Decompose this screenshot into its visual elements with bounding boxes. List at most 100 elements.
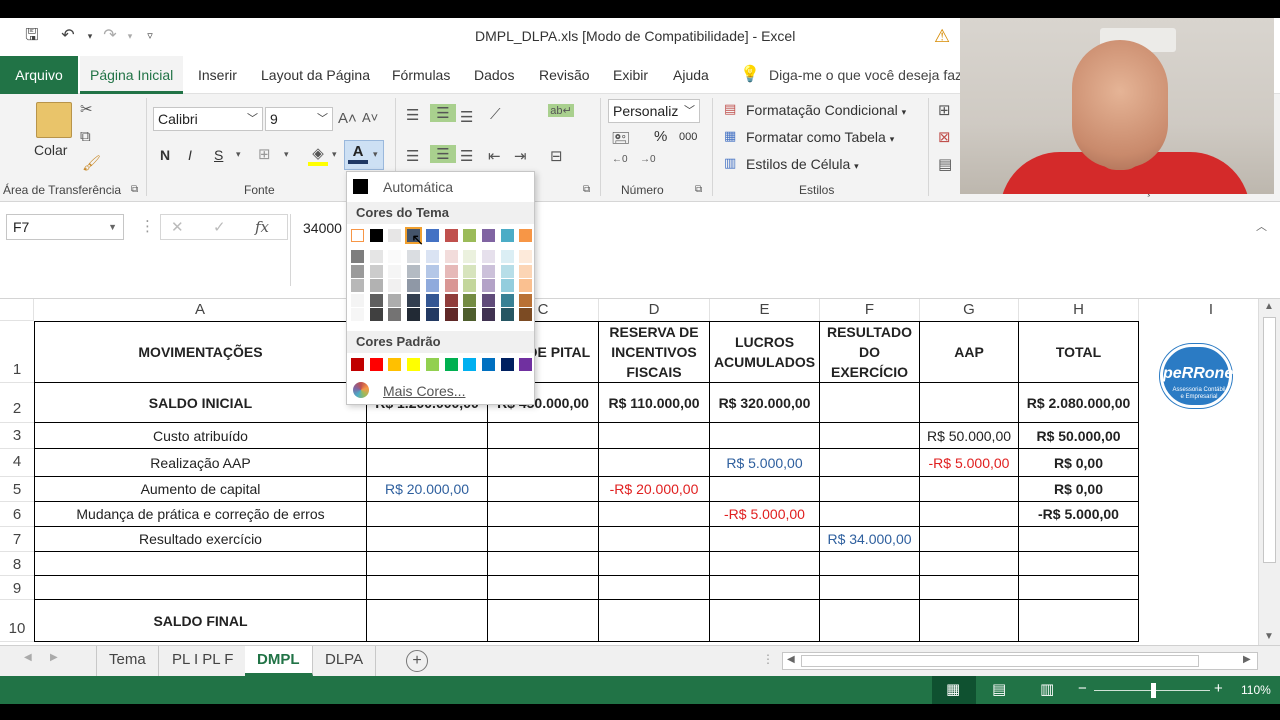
cell[interactable]: -R$ 20.000,00	[599, 477, 710, 502]
theme-shade-swatch[interactable]	[351, 293, 364, 307]
row-header[interactable]: 5	[0, 477, 34, 502]
theme-shade-swatch[interactable]	[444, 308, 458, 321]
cell[interactable]	[710, 477, 820, 502]
customize-qat-icon[interactable]: ▿	[138, 24, 162, 48]
cell[interactable]	[35, 576, 367, 600]
decrease-decimal-icon[interactable]: →0	[640, 154, 656, 165]
cell[interactable]	[367, 423, 488, 449]
tab-arquivo[interactable]: Arquivo	[0, 56, 78, 94]
insert-function-icon[interactable]: fx	[255, 218, 269, 236]
column-header[interactable]: H	[1019, 299, 1139, 321]
scrollbar-thumb[interactable]	[1263, 317, 1276, 563]
cell[interactable]: Mudança de prática e correção de erros	[35, 502, 367, 527]
cell[interactable]	[488, 576, 599, 600]
italic-button[interactable]: I	[188, 147, 192, 163]
chevron-down-icon[interactable]: ▾	[236, 149, 241, 160]
cell[interactable]	[1019, 552, 1139, 576]
cell[interactable]: SALDO FINAL	[35, 600, 367, 642]
cell[interactable]	[820, 552, 920, 576]
row-header[interactable]: 9	[0, 576, 34, 600]
theme-shade-swatch[interactable]	[444, 250, 458, 263]
column-header[interactable]: I	[1139, 299, 1258, 321]
chevron-down-icon[interactable]: ▾	[373, 149, 378, 160]
shrink-font-icon[interactable]: A˅	[362, 110, 378, 125]
font-color-icon[interactable]: A	[348, 143, 368, 164]
cell[interactable]: Custo atribuído	[35, 423, 367, 449]
dialog-launcher-icon[interactable]: ⧉	[695, 184, 702, 195]
theme-shade-swatch[interactable]	[463, 293, 477, 307]
automatic-swatch[interactable]	[353, 179, 368, 194]
theme-color-swatch[interactable]	[425, 229, 439, 242]
percent-button[interactable]: %	[654, 128, 667, 145]
page-break-icon[interactable]: ▥	[1040, 680, 1054, 698]
underline-button[interactable]: S	[214, 147, 223, 163]
cell[interactable]	[599, 552, 710, 576]
tab-dados[interactable]: Dados	[464, 56, 524, 94]
cell[interactable]	[599, 600, 710, 642]
scroll-tabs-right-icon[interactable]: ▶	[50, 652, 58, 663]
format-cells-icon[interactable]: ▤	[938, 155, 952, 173]
theme-color-swatch[interactable]	[388, 229, 402, 242]
tab-formulas[interactable]: Fórmulas	[382, 56, 460, 94]
select-all-corner[interactable]	[0, 299, 34, 321]
theme-shade-swatch[interactable]	[481, 250, 495, 263]
theme-shade-swatch[interactable]	[407, 250, 421, 263]
cell[interactable]: Resultado exercício	[35, 527, 367, 552]
standard-color-swatch[interactable]	[388, 358, 402, 371]
conditional-format-icon[interactable]: ▤	[724, 101, 736, 117]
theme-shade-swatch[interactable]	[444, 264, 458, 278]
row-header[interactable]: 1	[0, 321, 34, 383]
theme-shade-swatch[interactable]	[388, 308, 402, 321]
cell[interactable]	[488, 449, 599, 477]
paste-button[interactable]: Colar	[34, 142, 67, 158]
copy-icon[interactable]: ⧉	[80, 128, 91, 145]
chevron-down-icon[interactable]: ▾	[284, 149, 289, 160]
scroll-down-icon[interactable]: ▼	[1264, 631, 1274, 642]
scroll-left-icon[interactable]: ◀	[787, 654, 795, 665]
theme-shade-swatch[interactable]	[351, 279, 364, 292]
number-format-select[interactable]: Personaliz ﹀	[608, 99, 700, 123]
standard-color-swatch[interactable]	[481, 358, 495, 371]
cell[interactable]: Aumento de capital	[35, 477, 367, 502]
cell[interactable]	[367, 552, 488, 576]
theme-color-swatch[interactable]	[500, 229, 514, 242]
tab-layout[interactable]: Layout da Página	[251, 56, 380, 94]
cell[interactable]	[488, 423, 599, 449]
sheet-tab-dlpa[interactable]: DLPA	[313, 646, 377, 676]
theme-shade-swatch[interactable]	[369, 250, 383, 263]
tab-exibir[interactable]: Exibir	[603, 56, 658, 94]
merge-center-icon[interactable]: ⊟	[550, 147, 563, 165]
cell[interactable]	[710, 600, 820, 642]
tab-ajuda[interactable]: Ajuda	[663, 56, 719, 94]
paste-icon[interactable]	[36, 102, 72, 138]
cell[interactable]	[1019, 600, 1139, 642]
cell[interactable]: R$ 0,00	[1019, 449, 1139, 477]
theme-shade-swatch[interactable]	[481, 279, 495, 292]
cell[interactable]: AAP	[920, 322, 1019, 383]
standard-color-swatch[interactable]	[500, 358, 514, 371]
cell[interactable]	[367, 576, 488, 600]
column-header[interactable]: G	[920, 299, 1019, 321]
cell[interactable]	[820, 600, 920, 642]
align-left-icon[interactable]: ☰	[406, 147, 419, 165]
theme-shade-swatch[interactable]	[388, 264, 402, 278]
align-right-icon[interactable]: ☰	[460, 147, 473, 165]
align-bottom-icon[interactable]: ☰	[460, 108, 473, 126]
cell[interactable]: SALDO INICIAL	[35, 383, 367, 423]
name-box[interactable]: F7 ▼	[6, 214, 124, 240]
sheet-tab-tema[interactable]: Tema	[96, 646, 159, 676]
theme-shade-swatch[interactable]	[481, 308, 495, 321]
theme-shade-swatch[interactable]	[481, 293, 495, 307]
cell[interactable]: -R$ 5.000,00	[1019, 502, 1139, 527]
standard-color-swatch[interactable]	[425, 358, 439, 371]
theme-shade-swatch[interactable]	[388, 250, 402, 263]
cell[interactable]: -R$ 5.000,00	[920, 449, 1019, 477]
column-header[interactable]: F	[820, 299, 920, 321]
cell[interactable]	[820, 423, 920, 449]
cell[interactable]	[488, 527, 599, 552]
align-middle-icon[interactable]: ☰	[430, 104, 456, 122]
theme-shade-swatch[interactable]	[388, 293, 402, 307]
column-header[interactable]: D	[599, 299, 710, 321]
cell[interactable]: -R$ 5.000,00	[710, 502, 820, 527]
standard-color-swatch[interactable]	[463, 358, 477, 371]
